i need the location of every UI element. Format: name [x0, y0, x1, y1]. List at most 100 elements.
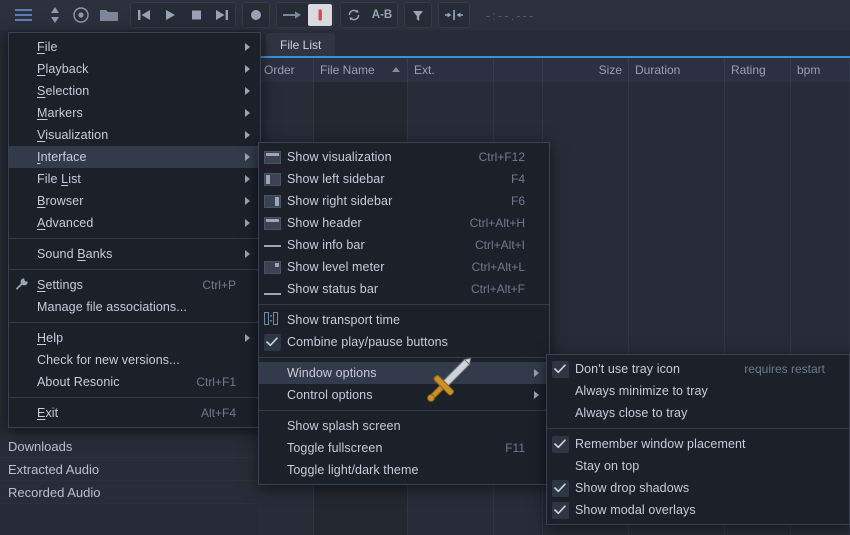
- column-header-size[interactable]: Size: [543, 58, 629, 82]
- menu-item-file-list[interactable]: File List: [9, 168, 260, 190]
- menu-item-exit[interactable]: ExitAlt+F4: [9, 402, 260, 424]
- menu-item-show-left-sidebar[interactable]: Show left sidebarF4: [259, 168, 549, 190]
- funnel-icon[interactable]: [405, 3, 431, 27]
- toolbar-group-cue: [276, 2, 334, 28]
- cue-marker-icon[interactable]: [308, 4, 332, 26]
- file-list-column-header: Order File NameExt. SizeDurationRating bpm: [258, 58, 850, 83]
- menu-item-show-right-sidebar[interactable]: Show right sidebarF6: [259, 190, 549, 212]
- layout-left-icon: [264, 173, 281, 186]
- menu-item-visualization[interactable]: Visualization: [9, 124, 260, 146]
- menu-item-about-resonic[interactable]: About ResonicCtrl+F1: [9, 371, 260, 393]
- menu-item-check-for-new-versions[interactable]: Check for new versions...: [9, 349, 260, 371]
- sidebar-item-recorded-audio[interactable]: Recorded Audio: [0, 481, 258, 504]
- menu-item-advanced[interactable]: Advanced: [9, 212, 260, 234]
- layout-top-icon: [264, 151, 281, 164]
- window-options-submenu[interactable]: Don't use tray iconrequires restartAlway…: [546, 354, 850, 525]
- menu-item-show-level-meter[interactable]: Show level meterCtrl+Alt+L: [259, 256, 549, 278]
- menu-item-icon-slot: [259, 415, 285, 437]
- record-icon[interactable]: [243, 3, 269, 27]
- menu-item-show-status-bar[interactable]: Show status barCtrl+Alt+F: [259, 278, 549, 300]
- menu-item-icon-slot: [9, 349, 35, 371]
- sidebar-item-downloads[interactable]: Downloads: [0, 435, 258, 458]
- menu-item-show-splash-screen[interactable]: Show splash screen: [259, 415, 549, 437]
- interface-submenu[interactable]: Show visualizationCtrl+F12Show left side…: [258, 142, 550, 485]
- menu-item-interface[interactable]: Interface: [9, 146, 260, 168]
- menu-item-don-t-use-tray-icon[interactable]: Don't use tray iconrequires restart: [547, 358, 849, 380]
- check-icon: [552, 361, 569, 378]
- tab-file-list[interactable]: File List: [266, 33, 335, 56]
- stop-icon[interactable]: [183, 3, 209, 27]
- check-icon: [264, 334, 281, 351]
- menu-separator: [9, 397, 260, 398]
- menu-item-label: Show status bar: [285, 282, 447, 296]
- menu-item-file[interactable]: File: [9, 36, 260, 58]
- menu-item-toggle-light-dark-theme[interactable]: Toggle light/dark theme: [259, 459, 549, 481]
- menu-item-playback[interactable]: Playback: [9, 58, 260, 80]
- toolbar-group-filter: [404, 2, 432, 28]
- sidebar-item-label: Downloads: [8, 439, 72, 454]
- column-header-bpm[interactable]: bpm: [791, 58, 850, 82]
- menu-item-always-close-to-tray[interactable]: Always close to tray: [547, 402, 849, 424]
- column-header-label: Order: [264, 63, 295, 77]
- menu-item-label: Always close to tray: [573, 406, 829, 420]
- column-header-file-name[interactable]: File Name: [314, 58, 408, 82]
- chevron-right-icon: [240, 250, 254, 258]
- menu-item-selection[interactable]: Selection: [9, 80, 260, 102]
- menu-item-markers[interactable]: Markers: [9, 102, 260, 124]
- sidebar-item-extracted-audio[interactable]: Extracted Audio: [0, 458, 258, 481]
- menu-item-toggle-fullscreen[interactable]: Toggle fullscreenF11: [259, 437, 549, 459]
- folder-icon[interactable]: [94, 3, 124, 27]
- menu-item-show-modal-overlays[interactable]: Show modal overlays: [547, 499, 849, 521]
- menu-item-help[interactable]: Help: [9, 327, 260, 349]
- sort-ascending-icon: [392, 67, 400, 72]
- main-menu-button[interactable]: [8, 3, 38, 27]
- menu-item-label: Browser: [35, 194, 240, 208]
- skip-forward-icon[interactable]: [209, 3, 235, 27]
- menu-item-always-minimize-to-tray[interactable]: Always minimize to tray: [547, 380, 849, 402]
- menu-item-icon-slot: [9, 80, 35, 102]
- column-header-label: bpm: [797, 63, 820, 77]
- chevron-right-icon: [240, 65, 254, 73]
- hamburger-line: [15, 9, 32, 11]
- menu-item-combine-play-pause-buttons[interactable]: Combine play/pause buttons: [259, 331, 549, 353]
- menu-item-settings[interactable]: SettingsCtrl+P: [9, 274, 260, 296]
- menu-item-label: Advanced: [35, 216, 240, 230]
- menu-item-show-info-bar[interactable]: Show info barCtrl+Alt+I: [259, 234, 549, 256]
- menu-item-stay-on-top[interactable]: Stay on top: [547, 455, 849, 477]
- column-header-item[interactable]: [494, 58, 543, 82]
- main-menu[interactable]: FilePlaybackSelectionMarkersVisualizatio…: [8, 32, 261, 428]
- menu-item-remember-window-placement[interactable]: Remember window placement: [547, 433, 849, 455]
- ab-loop-label[interactable]: A-B: [367, 3, 397, 27]
- loop-icon[interactable]: [341, 3, 367, 27]
- menu-item-show-transport-time[interactable]: Show transport time: [259, 309, 549, 331]
- play-icon[interactable]: [157, 3, 183, 27]
- menu-item-label: Show visualization: [285, 150, 455, 164]
- stepper-icon[interactable]: [42, 3, 68, 27]
- menu-item-sound-banks[interactable]: Sound Banks: [9, 243, 260, 265]
- menu-item-icon-slot: [547, 499, 573, 521]
- target-icon[interactable]: [68, 3, 94, 27]
- menu-item-show-header[interactable]: Show headerCtrl+Alt+H: [259, 212, 549, 234]
- menu-item-label: Help: [35, 331, 240, 345]
- fit-icon[interactable]: [439, 3, 469, 27]
- column-header-order[interactable]: Order: [258, 58, 314, 82]
- column-header-rating[interactable]: Rating: [725, 58, 791, 82]
- menu-item-browser[interactable]: Browser: [9, 190, 260, 212]
- skip-back-icon[interactable]: [131, 3, 157, 27]
- menu-item-label: About Resonic: [35, 375, 172, 389]
- arrow-right-icon[interactable]: [277, 3, 307, 27]
- menu-item-show-drop-shadows[interactable]: Show drop shadows: [547, 477, 849, 499]
- menu-item-show-visualization[interactable]: Show visualizationCtrl+F12: [259, 146, 549, 168]
- menu-item-control-options[interactable]: Control options: [259, 384, 549, 406]
- menu-item-manage-file-associations[interactable]: Manage file associations...: [9, 296, 260, 318]
- column-header-duration[interactable]: Duration: [629, 58, 725, 82]
- menu-item-window-options[interactable]: Window options: [259, 362, 549, 384]
- column-header-ext[interactable]: Ext.: [408, 58, 494, 82]
- menu-item-icon-slot: [259, 459, 285, 481]
- tab-label: File List: [280, 38, 321, 52]
- menu-item-shortcut: F6: [511, 194, 529, 208]
- menu-item-shortcut: Ctrl+Alt+I: [475, 238, 529, 252]
- menu-item-label: Manage file associations...: [35, 300, 240, 314]
- menu-item-label: Show level meter: [285, 260, 448, 274]
- menu-item-icon-slot: [9, 124, 35, 146]
